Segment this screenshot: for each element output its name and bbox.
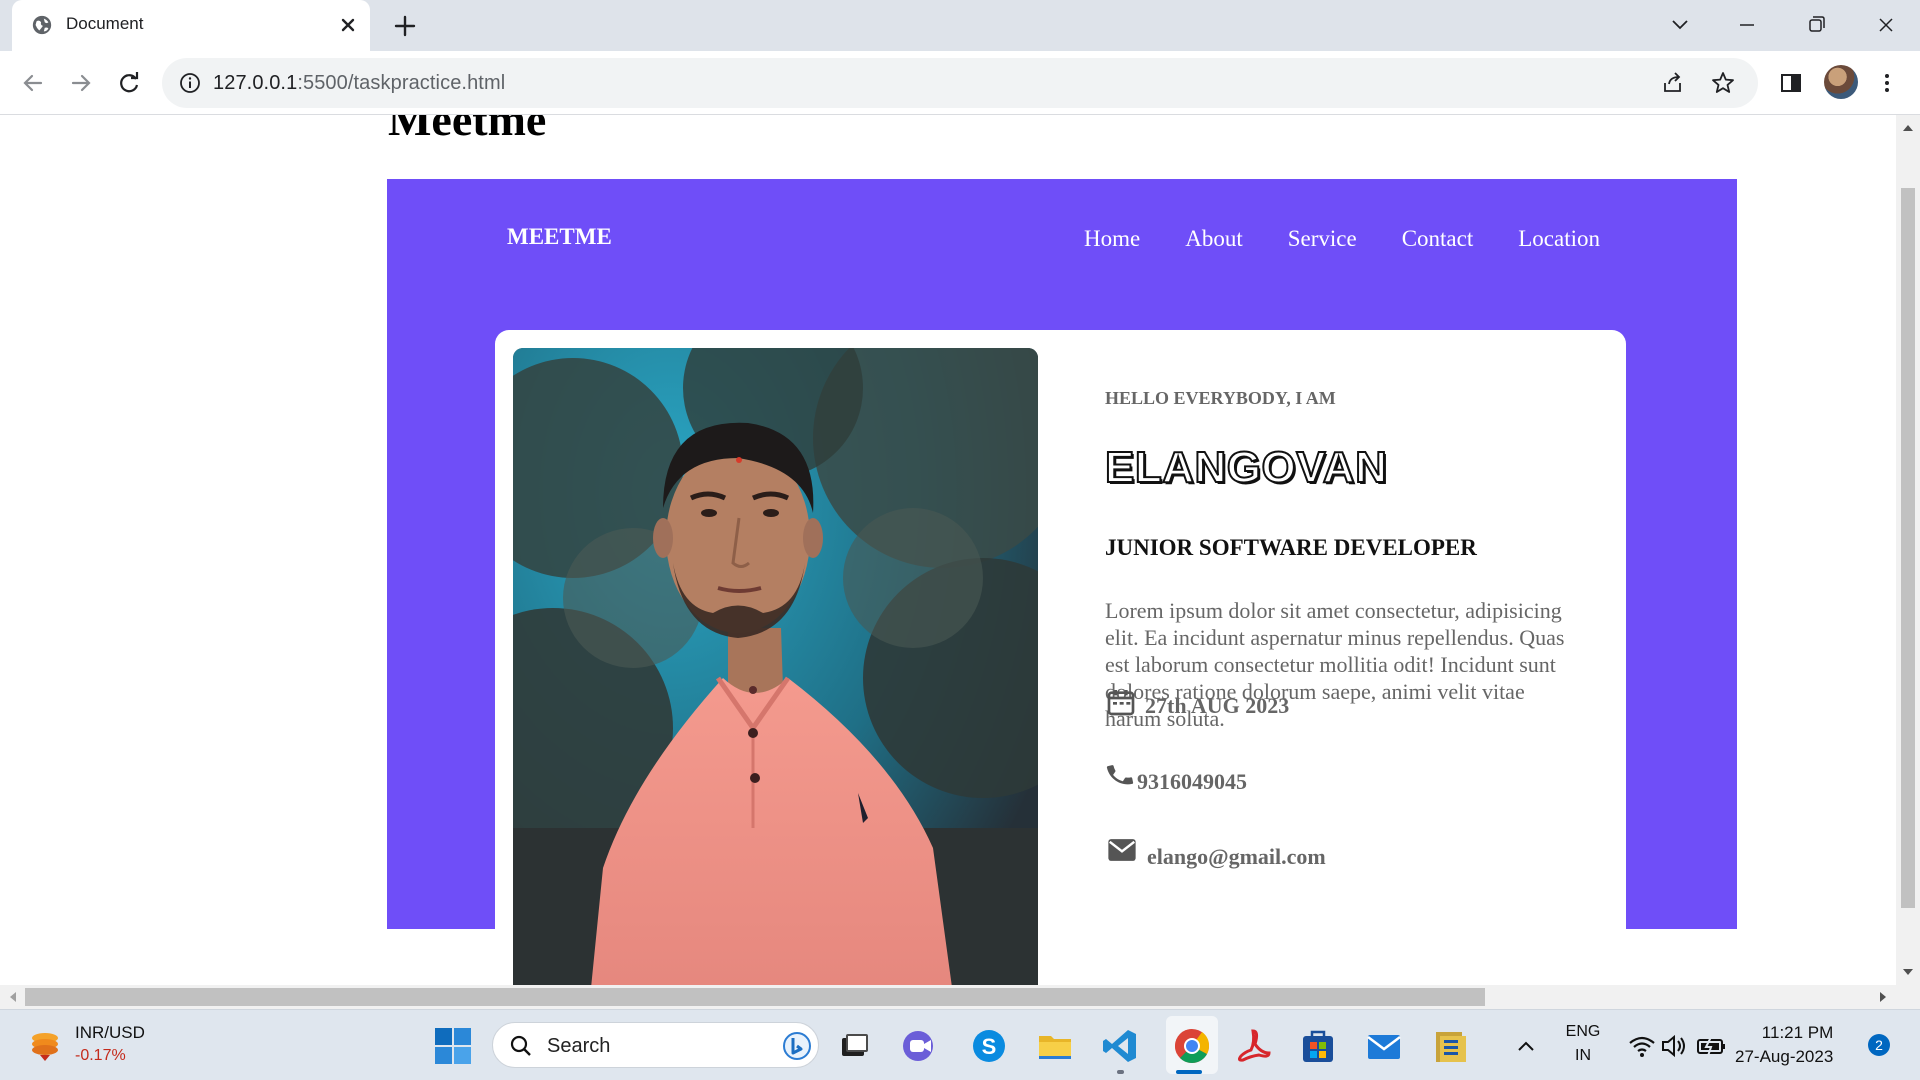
info-icon[interactable] <box>178 71 202 95</box>
close-window-icon[interactable] <box>1866 8 1906 42</box>
profile-avatar[interactable] <box>1824 65 1858 99</box>
url-path: :5500/taskpractice.html <box>297 72 506 94</box>
meet-icon[interactable] <box>900 1026 940 1066</box>
stock-change: -0.17% <box>75 1047 126 1064</box>
reload-icon[interactable] <box>113 67 145 99</box>
mail-icon <box>1108 839 1136 861</box>
nav-location[interactable]: Location <box>1518 226 1600 252</box>
page-heading: Meetme <box>388 115 547 145</box>
search-label: Search <box>547 1035 611 1057</box>
show-hidden-icons-chevron-icon[interactable] <box>1506 1026 1546 1066</box>
acrobat-icon[interactable] <box>1233 1026 1273 1066</box>
site-brand[interactable]: MEETME <box>507 224 612 250</box>
email-text[interactable]: elango@gmail.com <box>1147 844 1326 870</box>
windows-start-icon[interactable] <box>433 1026 473 1066</box>
greeting-text: HELLO EVERYBODY, I AM <box>1105 388 1336 408</box>
browser-toolbar: 127.0.0.1:5500/taskpractice.html <box>0 51 1920 115</box>
url-host: 127.0.0.1 <box>213 72 298 94</box>
volume-icon[interactable] <box>1654 1026 1694 1066</box>
system-clock[interactable]: 11:21 PM 27-Aug-2023 <box>1735 1021 1833 1069</box>
share-icon[interactable] <box>1660 70 1686 96</box>
phone-icon <box>1106 765 1134 785</box>
nav-home[interactable]: Home <box>1084 226 1140 252</box>
tab-strip: Document <box>0 0 1920 51</box>
taskbar-search[interactable]: Search <box>492 1022 819 1068</box>
profile-role: JUNIOR SOFTWARE DEVELOPER <box>1105 535 1477 560</box>
address-bar[interactable]: 127.0.0.1:5500/taskpractice.html <box>162 58 1758 108</box>
svg-text:S: S <box>982 1034 997 1059</box>
calendar-icon <box>1107 690 1135 716</box>
forward-icon[interactable] <box>65 67 97 99</box>
phone-detail: 9316049045 <box>1105 755 1247 795</box>
scroll-up-icon[interactable] <box>1902 123 1914 133</box>
task-view-icon[interactable] <box>834 1026 874 1066</box>
nav-about[interactable]: About <box>1185 226 1243 252</box>
date-text: 27th AUG 2023 <box>1145 693 1290 718</box>
vscode-icon[interactable] <box>1100 1026 1140 1066</box>
tab-search-chevron-icon[interactable] <box>1660 8 1700 42</box>
stock-name[interactable]: INR/USD <box>75 1023 145 1043</box>
menu-kebab-icon[interactable] <box>1871 67 1903 99</box>
phone-text: 9316049045 <box>1137 769 1247 794</box>
search-icon <box>510 1035 531 1056</box>
date-detail: 27th AUG 2023 <box>1105 685 1289 719</box>
language-indicator[interactable]: ENG <box>1565 1023 1601 1041</box>
os-taskbar: INR/USD -0.17% Search S ENG IN 11:21 PM … <box>0 1009 1920 1080</box>
nav-contact[interactable]: Contact <box>1402 226 1474 252</box>
scroll-right-icon[interactable] <box>1878 991 1888 1003</box>
bing-icon[interactable] <box>781 1030 813 1062</box>
notification-badge[interactable]: 2 <box>1868 1034 1890 1056</box>
minimize-icon[interactable] <box>1727 8 1767 42</box>
side-panel-icon[interactable] <box>1775 67 1807 99</box>
archive-icon[interactable] <box>1430 1026 1470 1066</box>
back-icon[interactable] <box>17 67 49 99</box>
stock-widget-icon[interactable] <box>28 1029 62 1063</box>
url-text[interactable]: 127.0.0.1:5500/taskpractice.html <box>213 72 505 95</box>
restore-icon[interactable] <box>1796 8 1836 42</box>
mail-app-icon[interactable] <box>1364 1026 1404 1066</box>
profile-name: ELANGOVAN <box>1104 442 1388 493</box>
store-icon[interactable] <box>1298 1026 1338 1066</box>
battery-icon[interactable] <box>1692 1026 1732 1066</box>
bookmark-star-icon[interactable] <box>1710 70 1736 96</box>
clock-date: 27-Aug-2023 <box>1735 1047 1834 1066</box>
page-viewport: Meetme MEETME Home About Service Contact… <box>0 115 1896 985</box>
new-tab-icon[interactable] <box>390 11 420 41</box>
main-nav: Home About Service Contact Location <box>1084 226 1600 252</box>
horizontal-scroll-thumb[interactable] <box>25 988 1485 1006</box>
close-icon[interactable] <box>335 12 361 38</box>
scroll-left-icon[interactable] <box>8 991 18 1003</box>
region-indicator[interactable]: IN <box>1565 1047 1601 1065</box>
chrome-running-indicator <box>1176 1070 1202 1074</box>
chrome-icon[interactable] <box>1172 1026 1212 1066</box>
globe-icon <box>32 15 52 35</box>
tab-title: Document <box>66 14 144 33</box>
vertical-scroll-thumb[interactable] <box>1896 188 1920 908</box>
profile-card: HELLO EVERYBODY, I AM ELANGOVAN JUNIOR S… <box>495 330 1626 985</box>
portrait-illustration <box>513 348 1038 985</box>
vscode-running-indicator <box>1117 1070 1124 1074</box>
scroll-down-icon[interactable] <box>1902 967 1914 977</box>
skype-icon[interactable]: S <box>969 1026 1009 1066</box>
clock-time: 11:21 PM <box>1761 1023 1834 1042</box>
browser-tab[interactable]: Document <box>12 0 370 51</box>
email-detail: elango@gmail.com <box>1105 830 1326 870</box>
nav-service[interactable]: Service <box>1288 226 1357 252</box>
file-explorer-icon[interactable] <box>1035 1026 1075 1066</box>
profile-photo <box>513 348 1038 985</box>
